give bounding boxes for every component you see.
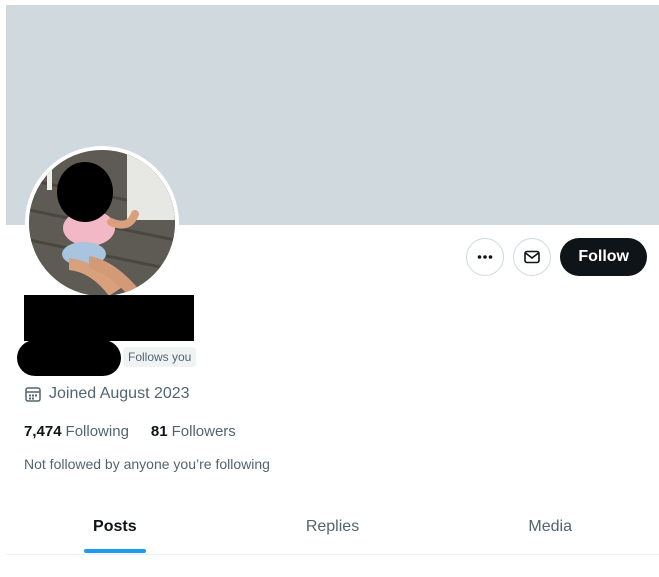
followers-link[interactable]: 81 Followers bbox=[151, 423, 236, 440]
tab-label: Replies bbox=[305, 517, 360, 535]
calendar-icon bbox=[25, 387, 41, 402]
ellipsis-icon bbox=[478, 255, 493, 259]
active-tab-indicator bbox=[83, 549, 146, 553]
following-label: Following bbox=[65, 423, 129, 440]
tab-label: Posts bbox=[93, 517, 137, 535]
profile-actions: Follow bbox=[466, 238, 647, 276]
username-redacted bbox=[17, 340, 121, 376]
profile-page: Follow Follows you Joined August 2023 7,… bbox=[6, 5, 659, 555]
message-button[interactable] bbox=[513, 238, 552, 276]
following-count: 7,474 bbox=[24, 423, 62, 440]
avatar[interactable] bbox=[29, 150, 175, 296]
followers-count: 81 bbox=[150, 423, 168, 440]
display-name-redacted bbox=[24, 295, 194, 341]
tab-label: Media bbox=[528, 517, 572, 535]
follows-you-badge: Follows you bbox=[123, 347, 197, 367]
follow-button[interactable]: Follow bbox=[560, 238, 647, 276]
joined-text: Joined August 2023 bbox=[49, 385, 190, 402]
not-followed-notice: Not followed by anyone you’re following bbox=[24, 456, 270, 472]
followers-label: Followers bbox=[171, 423, 236, 440]
tab-posts[interactable]: Posts bbox=[6, 499, 224, 554]
follow-counts: 7,474 Following 81 Followers bbox=[24, 423, 236, 440]
joined-date: Joined August 2023 bbox=[24, 385, 190, 403]
profile-tabs: Posts Replies Media bbox=[6, 499, 659, 554]
following-link[interactable]: 7,474 Following bbox=[24, 423, 129, 440]
tab-replies[interactable]: Replies bbox=[224, 499, 442, 554]
avatar-border bbox=[25, 146, 179, 300]
envelope-icon bbox=[524, 250, 541, 264]
avatar-photo bbox=[29, 150, 175, 296]
more-button[interactable] bbox=[466, 238, 505, 276]
tab-media[interactable]: Media bbox=[441, 499, 659, 554]
